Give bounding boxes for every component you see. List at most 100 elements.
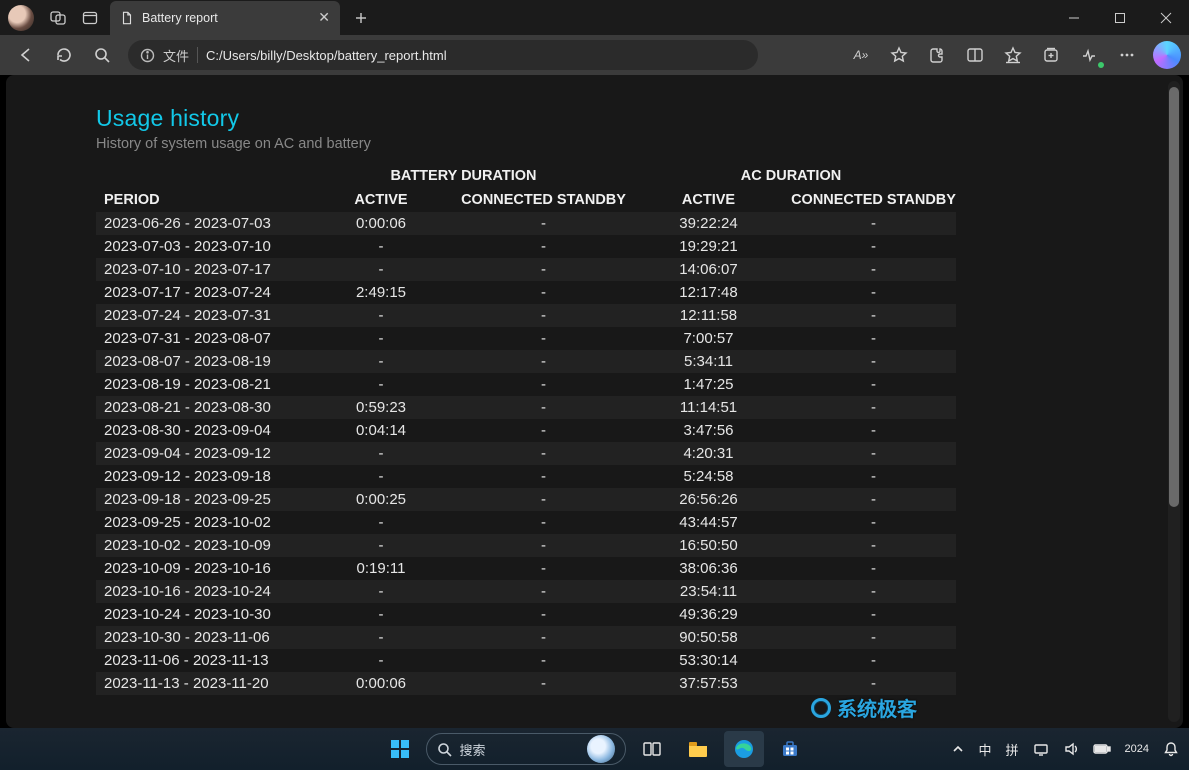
back-button[interactable] — [8, 39, 44, 71]
col-period: PERIOD — [96, 188, 301, 212]
copilot-button[interactable] — [1153, 41, 1181, 69]
table-row: 2023-09-04 - 2023-09-12--4:20:31- — [96, 442, 956, 465]
table-row: 2023-06-26 - 2023-07-030:00:06-39:22:24- — [96, 212, 956, 235]
watermark-logo: 系统极客 — [811, 693, 917, 722]
cell-battery-active: 0:00:25 — [301, 488, 461, 511]
address-bar[interactable]: 文件 C:/Users/billy/Desktop/battery_report… — [128, 40, 758, 70]
extensions-icon[interactable] — [919, 39, 955, 71]
cell-ac-standby: - — [791, 281, 956, 304]
network-icon[interactable] — [1033, 741, 1049, 757]
col-battery-active: ACTIVE — [301, 188, 461, 212]
cell-ac-standby: - — [791, 212, 956, 235]
watermark-text: 系统极客 — [837, 693, 917, 722]
cell-battery-standby: - — [461, 281, 626, 304]
site-info-icon[interactable] — [140, 48, 155, 63]
cell-period: 2023-08-21 - 2023-08-30 — [96, 396, 301, 419]
ime-language[interactable]: 中 — [978, 740, 991, 759]
table-column-header: PERIOD ACTIVE CONNECTED STANDBY ACTIVE C… — [96, 188, 956, 212]
more-menu-icon[interactable] — [1109, 39, 1145, 71]
clock-year[interactable]: 2024 — [1125, 743, 1149, 755]
cell-ac-standby: - — [791, 419, 956, 442]
cell-period: 2023-07-31 - 2023-08-07 — [96, 327, 301, 350]
cell-period: 2023-11-06 - 2023-11-13 — [96, 649, 301, 672]
cell-ac-active: 11:14:51 — [626, 396, 791, 419]
scrollbar-thumb[interactable] — [1169, 87, 1179, 507]
cell-ac-active: 23:54:11 — [626, 580, 791, 603]
cell-battery-standby: - — [461, 580, 626, 603]
cell-battery-standby: - — [461, 557, 626, 580]
cell-battery-active: - — [301, 649, 461, 672]
cell-period: 2023-11-13 - 2023-11-20 — [96, 672, 301, 695]
read-aloud-icon[interactable]: A» — [843, 39, 879, 71]
window-controls — [1051, 0, 1189, 35]
cell-ac-standby: - — [791, 465, 956, 488]
table-row: 2023-09-25 - 2023-10-02--43:44:57- — [96, 511, 956, 534]
maximize-button[interactable] — [1097, 0, 1143, 35]
page-viewport: Usage history History of system usage on… — [6, 75, 1183, 728]
ime-mode[interactable]: 拼 — [1006, 740, 1019, 759]
cell-period: 2023-07-24 - 2023-07-31 — [96, 304, 301, 327]
cell-ac-standby: - — [791, 557, 956, 580]
cell-period: 2023-10-16 - 2023-10-24 — [96, 580, 301, 603]
refresh-button[interactable] — [46, 39, 82, 71]
cell-battery-standby: - — [461, 327, 626, 350]
cell-battery-standby: - — [461, 511, 626, 534]
table-row: 2023-07-10 - 2023-07-17--14:06:07- — [96, 258, 956, 281]
split-screen-icon[interactable] — [957, 39, 993, 71]
volume-icon[interactable] — [1063, 741, 1079, 757]
edge-button[interactable] — [724, 731, 764, 767]
cell-ac-active: 38:06:36 — [626, 557, 791, 580]
collections-icon[interactable] — [1033, 39, 1069, 71]
cell-battery-standby: - — [461, 212, 626, 235]
table-row: 2023-09-12 - 2023-09-18--5:24:58- — [96, 465, 956, 488]
cell-battery-active: - — [301, 511, 461, 534]
cell-ac-active: 53:30:14 — [626, 649, 791, 672]
task-view-button[interactable] — [632, 731, 672, 767]
cell-ac-standby: - — [791, 672, 956, 695]
cell-period: 2023-10-02 - 2023-10-09 — [96, 534, 301, 557]
profile-avatar[interactable] — [8, 5, 34, 31]
minimize-button[interactable] — [1051, 0, 1097, 35]
cell-battery-active: 0:59:23 — [301, 396, 461, 419]
vertical-scrollbar[interactable] — [1168, 81, 1180, 722]
cell-ac-standby: - — [791, 304, 956, 327]
table-row: 2023-10-09 - 2023-10-160:19:11-38:06:36- — [96, 557, 956, 580]
microsoft-store-button[interactable] — [770, 731, 810, 767]
cell-period: 2023-06-26 - 2023-07-03 — [96, 212, 301, 235]
browser-tab[interactable]: Battery report ✕ — [110, 1, 340, 35]
cell-battery-active: - — [301, 603, 461, 626]
tray-overflow-icon[interactable] — [952, 743, 964, 755]
close-window-button[interactable] — [1143, 0, 1189, 35]
close-tab-icon[interactable]: ✕ — [318, 9, 330, 26]
cell-period: 2023-09-25 - 2023-10-02 — [96, 511, 301, 534]
table-row: 2023-08-21 - 2023-08-300:59:23-11:14:51- — [96, 396, 956, 419]
cell-battery-standby: - — [461, 488, 626, 511]
browser-titlebar: Battery report ✕ — [0, 0, 1189, 35]
new-tab-button[interactable] — [346, 3, 376, 33]
cell-battery-active: - — [301, 350, 461, 373]
favorites-bar-icon[interactable] — [995, 39, 1031, 71]
notifications-icon[interactable] — [1163, 741, 1179, 757]
table-row: 2023-11-06 - 2023-11-13--53:30:14- — [96, 649, 956, 672]
table-row: 2023-10-02 - 2023-10-09--16:50:50- — [96, 534, 956, 557]
start-button[interactable] — [380, 731, 420, 767]
file-explorer-button[interactable] — [678, 731, 718, 767]
cell-battery-active: 0:00:06 — [301, 672, 461, 695]
table-row: 2023-07-03 - 2023-07-10--19:29:21- — [96, 235, 956, 258]
table-row: 2023-10-24 - 2023-10-30--49:36:29- — [96, 603, 956, 626]
battery-duration-header: BATTERY DURATION — [301, 164, 626, 188]
url-separator — [197, 47, 198, 63]
cell-battery-active: - — [301, 442, 461, 465]
battery-icon[interactable] — [1093, 743, 1111, 755]
tab-actions-icon[interactable] — [74, 2, 106, 34]
cell-battery-standby: - — [461, 442, 626, 465]
section-title: Usage history — [96, 105, 1165, 132]
search-button[interactable] — [84, 39, 120, 71]
cell-ac-standby: - — [791, 626, 956, 649]
taskbar-search[interactable]: 搜索 — [426, 733, 626, 765]
workspaces-icon[interactable] — [42, 2, 74, 34]
cell-battery-active: - — [301, 373, 461, 396]
performance-icon[interactable] — [1071, 39, 1107, 71]
cell-period: 2023-10-30 - 2023-11-06 — [96, 626, 301, 649]
favorite-star-icon[interactable] — [881, 39, 917, 71]
